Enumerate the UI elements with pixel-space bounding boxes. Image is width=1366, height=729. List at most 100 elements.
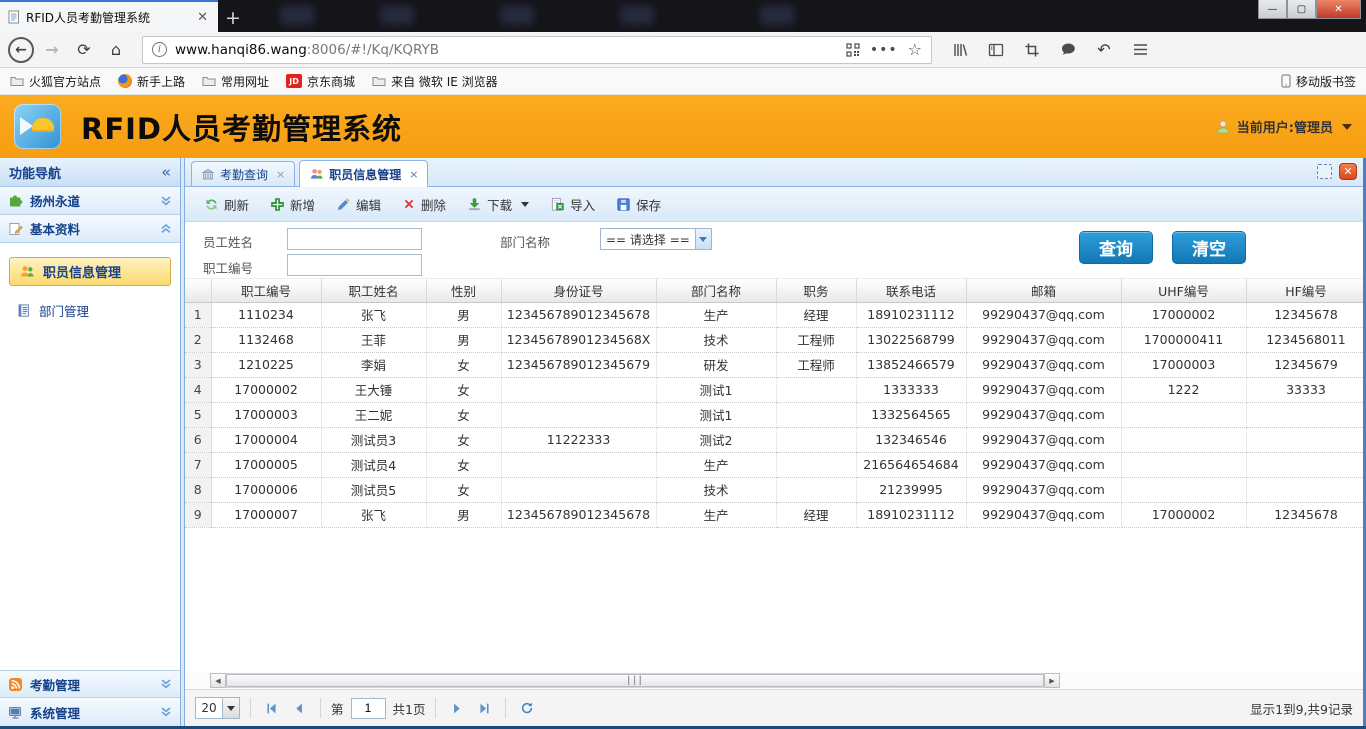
clear-button[interactable]: 清空 bbox=[1172, 231, 1246, 264]
panel-close-icon[interactable]: ✕ bbox=[1339, 163, 1357, 180]
chat-icon[interactable] bbox=[1054, 36, 1082, 64]
sidebar-toggle-icon[interactable] bbox=[982, 36, 1010, 64]
edit-button[interactable]: 编辑 bbox=[327, 190, 390, 219]
address-bar[interactable]: i www.hanqi86.wang:8006/#!/Kq/KQRYB ••• … bbox=[142, 36, 932, 64]
column-header[interactable]: 职工姓名 bbox=[321, 279, 426, 302]
tab-close-icon[interactable]: × bbox=[409, 168, 418, 181]
table-cell bbox=[1246, 477, 1363, 502]
column-header[interactable]: HF编号 bbox=[1246, 279, 1363, 302]
first-page-button[interactable] bbox=[261, 698, 282, 719]
table-cell: 99290437@qq.com bbox=[966, 427, 1121, 452]
bookmark-item[interactable]: 火狐官方站点 bbox=[10, 73, 101, 90]
scrollbar-track[interactable]: ┃┃┃ bbox=[226, 673, 1044, 688]
row-number: 7 bbox=[185, 452, 211, 477]
table-row[interactable]: 617000004测试员3女11222333测试2132346546992904… bbox=[185, 427, 1363, 452]
table-row[interactable]: 817000006测试员5女技术2123999599290437@qq.com bbox=[185, 477, 1363, 502]
back-icon[interactable]: ← bbox=[8, 37, 34, 63]
sidebar-group-yangzhou[interactable]: 扬州永道 bbox=[0, 187, 180, 215]
sidebar-collapse-icon[interactable]: « bbox=[161, 163, 171, 181]
select-dropdown-button[interactable] bbox=[222, 698, 239, 718]
column-header[interactable]: 职务 bbox=[776, 279, 856, 302]
employee-name-input[interactable] bbox=[287, 228, 422, 250]
column-header[interactable]: 邮箱 bbox=[966, 279, 1121, 302]
scrollbar-thumb[interactable]: ┃┃┃ bbox=[226, 674, 1044, 687]
site-info-icon[interactable]: i bbox=[152, 42, 167, 57]
employee-code-input[interactable] bbox=[287, 254, 422, 276]
window-maximize-button[interactable]: ▢ bbox=[1287, 0, 1316, 19]
page-actions-icon[interactable]: ••• bbox=[870, 42, 898, 58]
window-minimize-button[interactable]: — bbox=[1258, 0, 1287, 19]
table-row[interactable]: 31210225李娟女123456789012345679研发工程师138524… bbox=[185, 352, 1363, 377]
table-row[interactable]: 417000002王大锤女测试1133333399290437@qq.com12… bbox=[185, 377, 1363, 402]
column-header[interactable]: 身份证号 bbox=[501, 279, 656, 302]
horizontal-scrollbar[interactable]: ◀ ┃┃┃ ▶ bbox=[210, 673, 1060, 688]
scroll-left-icon[interactable]: ◀ bbox=[210, 673, 226, 688]
table-row[interactable]: 717000005测试员4女生产21656465468499290437@qq.… bbox=[185, 452, 1363, 477]
qr-code-icon[interactable] bbox=[846, 43, 860, 57]
delete-button[interactable]: 删除 bbox=[393, 190, 455, 219]
home-icon[interactable]: ⌂ bbox=[102, 36, 130, 64]
sidebar-item-department[interactable]: 部门管理 bbox=[16, 299, 171, 321]
undo-icon[interactable]: ↶ bbox=[1090, 36, 1118, 64]
table-row[interactable]: 517000003王二妮女测试1133256456599290437@qq.co… bbox=[185, 402, 1363, 427]
forward-icon[interactable]: → bbox=[38, 36, 66, 64]
bookmark-item[interactable]: 来自 微软 IE 浏览器 bbox=[372, 73, 498, 90]
chevron-double-down-icon bbox=[160, 706, 172, 718]
page-number-input[interactable] bbox=[351, 698, 386, 719]
tab-close-icon[interactable]: × bbox=[276, 168, 285, 181]
sidebar-group-attendance[interactable]: 考勤管理 bbox=[0, 670, 180, 698]
select-dropdown-button[interactable] bbox=[695, 229, 711, 249]
workspace-tab-employee-info[interactable]: 职员信息管理 × bbox=[299, 160, 428, 187]
window-close-button[interactable]: ✕ bbox=[1316, 0, 1361, 19]
employee-table-body: 11110234张飞男123456789012345678生产经理1891023… bbox=[185, 302, 1363, 527]
page-prefix-label: 第 bbox=[331, 699, 344, 718]
table-cell: 12345678901234568X bbox=[501, 327, 656, 352]
next-page-button[interactable] bbox=[446, 698, 467, 719]
column-header[interactable]: 部门名称 bbox=[656, 279, 776, 302]
sidebar-group-basic-data[interactable]: 基本资料 bbox=[0, 215, 180, 243]
table-cell: 17000006 bbox=[211, 477, 321, 502]
bookmark-item-mobile[interactable]: 移动版书签 bbox=[1281, 73, 1356, 90]
sidebar-item-employee-info[interactable]: 职员信息管理 bbox=[9, 257, 171, 286]
reload-icon[interactable]: ⟳ bbox=[70, 36, 98, 64]
table-row[interactable]: 11110234张飞男123456789012345678生产经理1891023… bbox=[185, 302, 1363, 327]
reload-grid-icon[interactable] bbox=[516, 698, 537, 719]
add-button[interactable]: 新增 bbox=[261, 190, 324, 219]
query-button[interactable]: 查询 bbox=[1079, 231, 1153, 264]
department-select[interactable]: == 请选择 == bbox=[600, 228, 712, 250]
current-user-menu[interactable]: 当前用户:管理员 bbox=[1215, 117, 1352, 136]
panel-expand-icon[interactable] bbox=[1317, 164, 1332, 179]
sidebar-group-system[interactable]: 系统管理 bbox=[0, 698, 180, 726]
workspace-tab-attendance-query[interactable]: 考勤查询 × bbox=[191, 161, 295, 186]
scroll-right-icon[interactable]: ▶ bbox=[1044, 673, 1060, 688]
prev-page-button[interactable] bbox=[289, 698, 310, 719]
new-tab-button[interactable]: + bbox=[218, 4, 248, 32]
last-page-button[interactable] bbox=[474, 698, 495, 719]
download-button[interactable]: 下载 bbox=[458, 190, 538, 219]
grid-toolbar: 刷新 新增 编辑 删除 bbox=[185, 187, 1363, 222]
menu-icon[interactable] bbox=[1126, 36, 1154, 64]
column-header[interactable]: 职工编号 bbox=[211, 279, 321, 302]
bookmark-item[interactable]: 常用网址 bbox=[202, 73, 269, 90]
bookmark-label: 京东商城 bbox=[307, 73, 355, 90]
table-row[interactable]: 917000007张飞男123456789012345678生产经理189102… bbox=[185, 502, 1363, 527]
screenshot-icon[interactable] bbox=[1018, 36, 1046, 64]
employee-table-wrap: 职工编号 职工姓名 性别 身份证号 部门名称 职务 联系电话 邮箱 UHF编号 … bbox=[185, 279, 1363, 672]
column-header[interactable]: UHF编号 bbox=[1121, 279, 1246, 302]
column-header[interactable]: 性别 bbox=[426, 279, 501, 302]
tab-close-icon[interactable]: ✕ bbox=[195, 10, 210, 25]
refresh-button[interactable]: 刷新 bbox=[195, 190, 258, 219]
browser-tab[interactable]: RFID人员考勤管理系统 ✕ bbox=[0, 0, 218, 32]
library-icon[interactable] bbox=[946, 36, 974, 64]
bookmark-star-icon[interactable]: ☆ bbox=[908, 40, 922, 59]
page-size-select[interactable]: 20 bbox=[195, 697, 240, 719]
import-button[interactable]: 导入 bbox=[541, 190, 604, 219]
table-row[interactable]: 21132468王菲男12345678901234568X技术工程师130225… bbox=[185, 327, 1363, 352]
bookmark-item[interactable]: 新手上路 bbox=[118, 73, 185, 90]
department-name-label: 部门名称 bbox=[500, 232, 550, 251]
bookmark-item[interactable]: JD 京东商城 bbox=[286, 73, 355, 90]
column-header[interactable]: 联系电话 bbox=[856, 279, 966, 302]
table-cell: 132346546 bbox=[856, 427, 966, 452]
save-button[interactable]: 保存 bbox=[607, 190, 670, 219]
people-icon bbox=[309, 167, 324, 181]
